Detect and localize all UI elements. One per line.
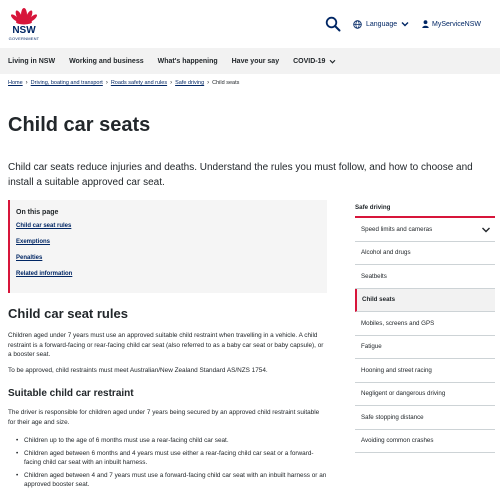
sidebar-item-common-crashes[interactable]: Avoiding common crashes [355, 430, 495, 453]
main-nav: Living in NSW Working and business What'… [0, 48, 500, 74]
site-header: NSW GOVERNMENT Language MyServiceNSW [0, 0, 500, 48]
sidebar-nav: Safe driving Speed limits and cameras Al… [355, 200, 495, 453]
logo-text: NSW [12, 25, 36, 36]
sidebar-item-negligent-driving[interactable]: Negligent or dangerous driving [355, 383, 495, 406]
page-title: Child car seats [8, 114, 151, 136]
language-selector[interactable]: Language [353, 17, 409, 31]
language-label: Language [366, 20, 398, 28]
sidebar-item-label: Fatigue [361, 343, 382, 351]
breadcrumb-road-safety[interactable]: Roads safety and rules [111, 80, 167, 86]
nav-label: What's happening [157, 57, 218, 65]
breadcrumb-current: Child seats [212, 80, 240, 86]
rules-heading: Child car seat rules [8, 306, 128, 321]
sidebar-title: Safe driving [355, 204, 391, 211]
sidebar-item-label: Seatbelts [361, 272, 387, 280]
nav-item-happening[interactable]: What's happening [158, 58, 218, 65]
nav-item-have-your-say[interactable]: Have your say [232, 58, 279, 65]
suitable-paragraph: The driver is responsible for children a… [8, 409, 320, 426]
age-rules-list: Children up to the age of 6 months must … [16, 436, 329, 493]
sidebar-item-speed-limits[interactable]: Speed limits and cameras [355, 218, 495, 242]
sidebar-item-label: Alcohol and drugs [361, 249, 411, 257]
chevron-right-icon: › [105, 80, 108, 86]
otp-link-exemptions[interactable]: Exemptions [16, 239, 327, 245]
sidebar-item-mobiles[interactable]: Mobiles, screens and GPS [355, 312, 495, 336]
nav-item-covid[interactable]: COVID-19 [293, 58, 336, 65]
otp-link-penalties[interactable]: Penalties [16, 255, 327, 261]
list-item: Children aged between 6 months and 4 yea… [16, 449, 329, 468]
sidebar-item-label: Avoiding common crashes [361, 437, 434, 445]
sidebar-item-label: Hooning and street racing [361, 366, 432, 374]
sidebar-item-alcohol-drugs[interactable]: Alcohol and drugs [355, 242, 495, 265]
nsw-logo[interactable]: NSW GOVERNMENT [8, 6, 40, 46]
sidebar-item-label: Speed limits and cameras [361, 225, 433, 233]
suitable-restraint-heading: Suitable child car restraint [8, 388, 134, 399]
chevron-down-icon[interactable] [481, 225, 491, 235]
nav-item-working[interactable]: Working and business [69, 58, 144, 65]
account-label: MyServiceNSW [432, 20, 482, 28]
list-item: Children aged between 4 and 7 years must… [16, 471, 329, 490]
sidebar-item-label: Negligent or dangerous driving [361, 390, 446, 398]
nav-label: Working and business [69, 57, 144, 65]
sidebar-item-stopping-distance[interactable]: Safe stopping distance [355, 406, 495, 430]
sidebar-item-seatbelts[interactable]: Seatbelts [355, 265, 495, 289]
chevron-right-icon: › [170, 80, 173, 86]
search-icon [325, 16, 341, 32]
globe-icon [353, 19, 362, 29]
sidebar-list: Speed limits and cameras Alcohol and dru… [355, 216, 495, 453]
rules-paragraph-1: Children aged under 7 years must use an … [8, 332, 324, 359]
sidebar-item-fatigue[interactable]: Fatigue [355, 336, 495, 359]
breadcrumb-driving[interactable]: Driving, boating and transport [31, 80, 103, 86]
search-button[interactable] [325, 16, 341, 32]
logo-subtext: GOVERNMENT [8, 36, 40, 41]
chevron-right-icon: › [207, 80, 210, 86]
on-this-page-box: On this page Child car seat rules Exempt… [8, 200, 327, 293]
nav-label: COVID-19 [293, 57, 326, 65]
sidebar-item-label: Mobiles, screens and GPS [361, 319, 435, 327]
chevron-down-icon [401, 22, 409, 27]
sidebar-item-child-seats[interactable]: Child seats [355, 288, 495, 312]
nav-label: Living in NSW [8, 57, 56, 65]
nav-item-living[interactable]: Living in NSW [8, 58, 55, 65]
nav-label: Have your say [231, 57, 280, 65]
breadcrumb-home[interactable]: Home [8, 80, 23, 86]
otp-link-rules[interactable]: Child car seat rules [16, 223, 327, 229]
chevron-down-icon [329, 59, 336, 64]
rules-paragraph-2: To be approved, child restraints must me… [8, 367, 268, 374]
breadcrumb-safe-driving[interactable]: Safe driving [175, 80, 204, 86]
chevron-right-icon: › [25, 80, 28, 86]
myservicensw-link[interactable]: MyServiceNSW [422, 17, 481, 31]
waratah-icon [10, 8, 38, 25]
list-item: Children up to the age of 6 months must … [16, 436, 329, 446]
page-intro: Child car seats reduce injuries and deat… [8, 162, 473, 188]
sidebar-item-label: Child seats [362, 296, 396, 304]
breadcrumb: Home › Driving, boating and transport › … [8, 78, 239, 88]
sidebar-item-label: Safe stopping distance [361, 413, 424, 421]
on-this-page-title: On this page [16, 209, 59, 216]
sidebar-item-hooning[interactable]: Hooning and street racing [355, 359, 495, 383]
user-icon [422, 20, 429, 28]
otp-link-related[interactable]: Related information [16, 271, 327, 277]
